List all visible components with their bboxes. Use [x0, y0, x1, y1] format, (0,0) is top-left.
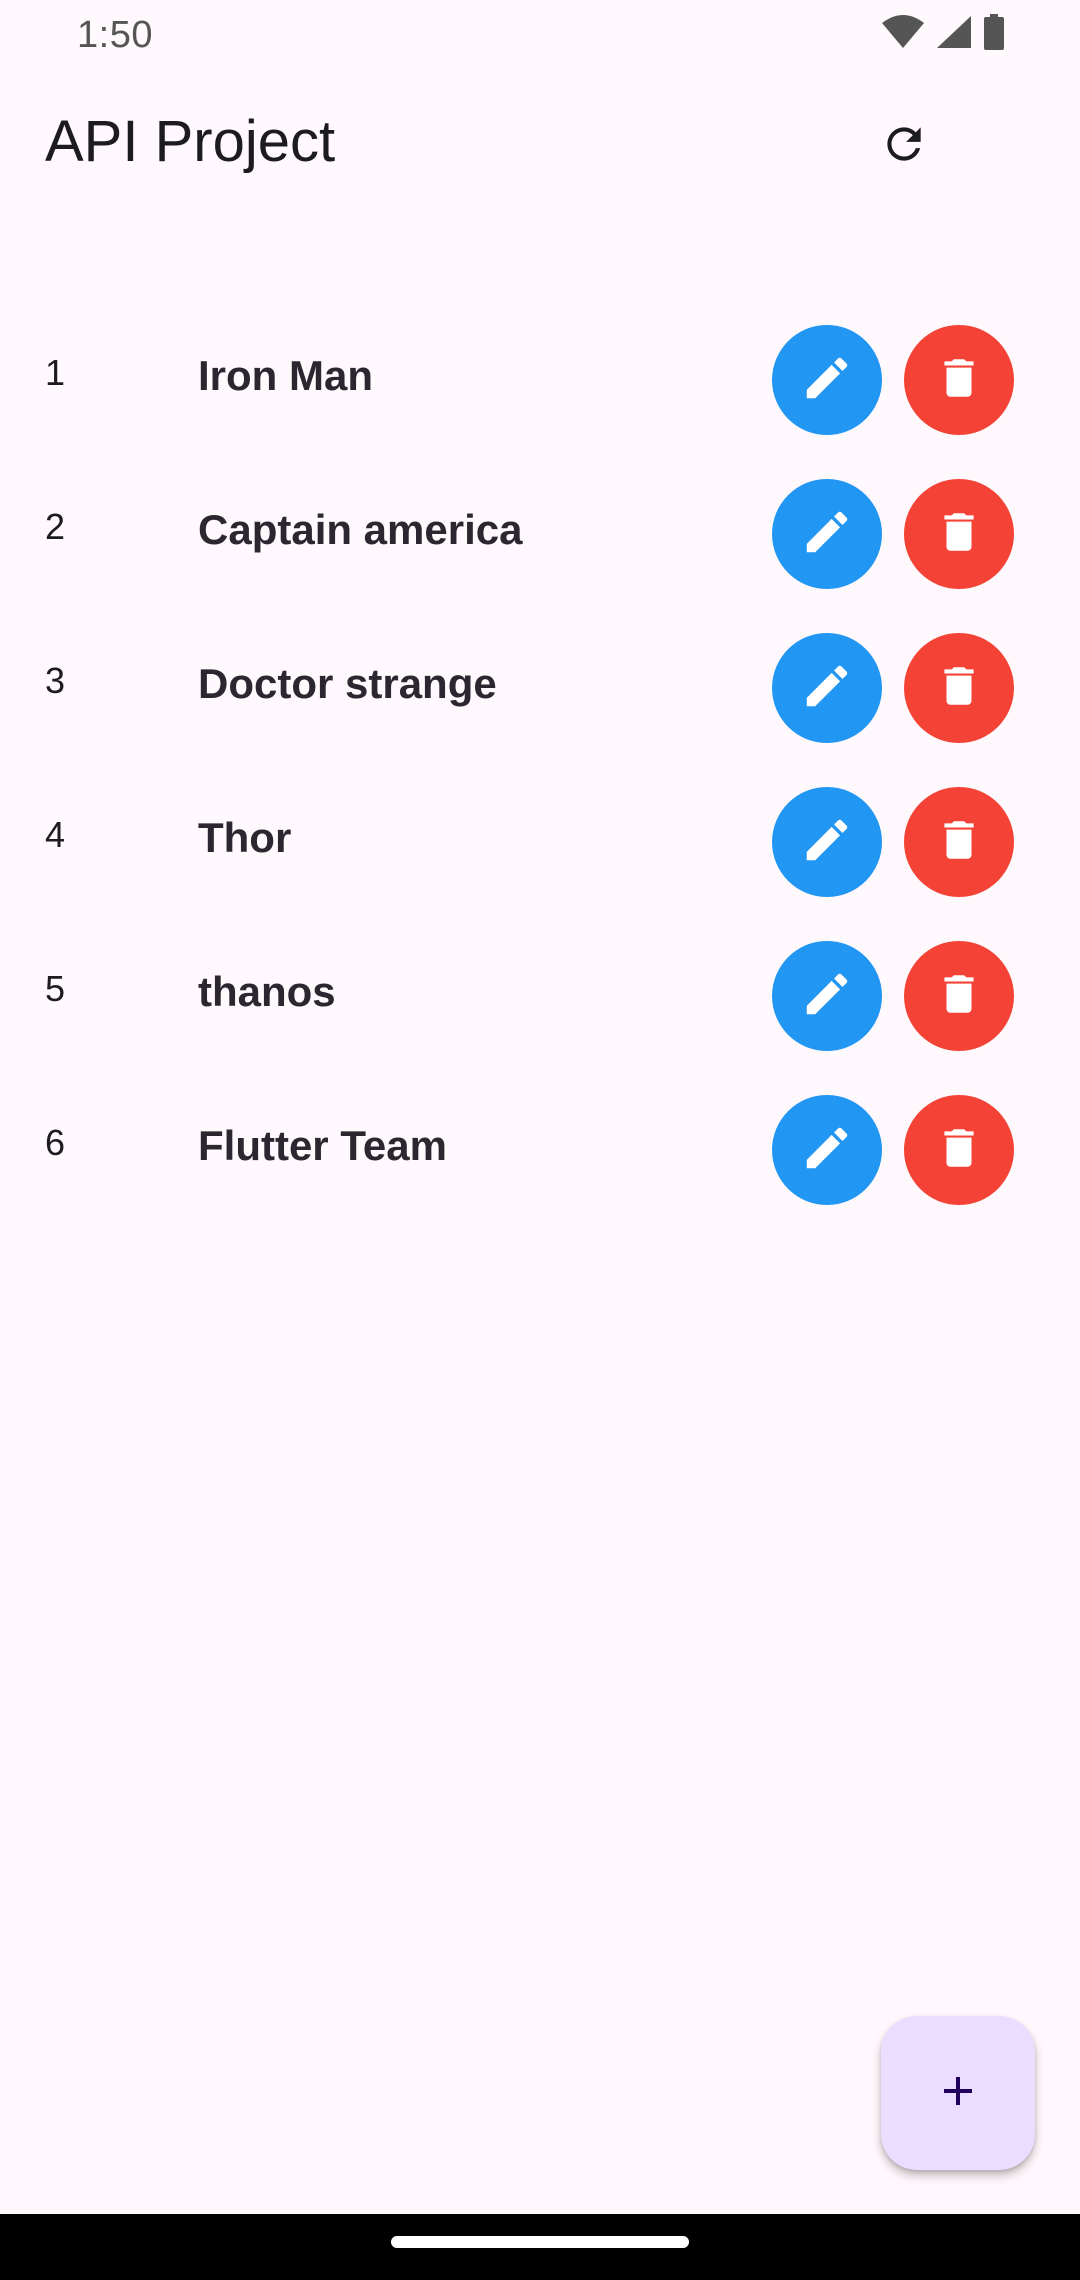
edit-button[interactable] — [772, 325, 882, 435]
delete-button[interactable] — [904, 325, 1014, 435]
item-name: Iron Man — [198, 352, 373, 399]
item-index: 1 — [45, 352, 66, 393]
app-bar: API Project — [0, 70, 1080, 210]
hero-list: 1 Iron Man 2 Captain america 3 Doctor st… — [0, 300, 1080, 1224]
list-item: 4 Thor — [0, 762, 1080, 916]
trash-icon — [934, 815, 984, 870]
trash-icon — [934, 1123, 984, 1178]
plus-icon — [934, 2067, 982, 2120]
pencil-icon — [800, 1121, 854, 1180]
trash-icon — [934, 507, 984, 562]
edit-button[interactable] — [772, 1095, 882, 1205]
item-index: 6 — [45, 1122, 66, 1163]
list-item: 6 Flutter Team — [0, 1070, 1080, 1224]
list-item: 2 Captain america — [0, 454, 1080, 608]
edit-button[interactable] — [772, 787, 882, 897]
trash-icon — [934, 661, 984, 716]
trash-icon — [934, 353, 984, 408]
refresh-icon — [879, 119, 929, 174]
refresh-button[interactable] — [868, 110, 940, 182]
item-index: 5 — [45, 968, 66, 1009]
system-nav-bar — [0, 2214, 1080, 2280]
pencil-icon — [800, 659, 854, 718]
add-button[interactable] — [881, 2016, 1035, 2170]
edit-button[interactable] — [772, 633, 882, 743]
signal-icon — [935, 14, 973, 55]
item-name: Doctor strange — [198, 660, 497, 707]
edit-button[interactable] — [772, 941, 882, 1051]
delete-button[interactable] — [904, 941, 1014, 1051]
item-name: Thor — [198, 814, 292, 861]
edit-button[interactable] — [772, 479, 882, 589]
item-name: thanos — [198, 968, 336, 1015]
screen: 1:50 API Project 1 Iron Man 2 Captain am… — [0, 0, 1080, 2280]
wifi-icon — [881, 14, 925, 55]
status-time: 1:50 — [77, 14, 153, 56]
item-index: 3 — [45, 660, 66, 701]
status-bar: 1:50 — [0, 0, 1080, 70]
list-item: 5 thanos — [0, 916, 1080, 1070]
battery-icon — [983, 13, 1005, 55]
pencil-icon — [800, 813, 854, 872]
home-gesture-handle[interactable] — [391, 2236, 689, 2248]
pencil-icon — [800, 351, 854, 410]
item-name: Flutter Team — [198, 1122, 447, 1169]
delete-button[interactable] — [904, 479, 1014, 589]
delete-button[interactable] — [904, 1095, 1014, 1205]
page-title: API Project — [45, 109, 336, 174]
delete-button[interactable] — [904, 787, 1014, 897]
list-item: 1 Iron Man — [0, 300, 1080, 454]
item-index: 2 — [45, 506, 66, 547]
item-name: Captain america — [198, 506, 523, 553]
status-icons — [881, 13, 1005, 55]
trash-icon — [934, 969, 984, 1024]
delete-button[interactable] — [904, 633, 1014, 743]
item-index: 4 — [45, 814, 66, 855]
pencil-icon — [800, 505, 854, 564]
list-item: 3 Doctor strange — [0, 608, 1080, 762]
pencil-icon — [800, 967, 854, 1026]
